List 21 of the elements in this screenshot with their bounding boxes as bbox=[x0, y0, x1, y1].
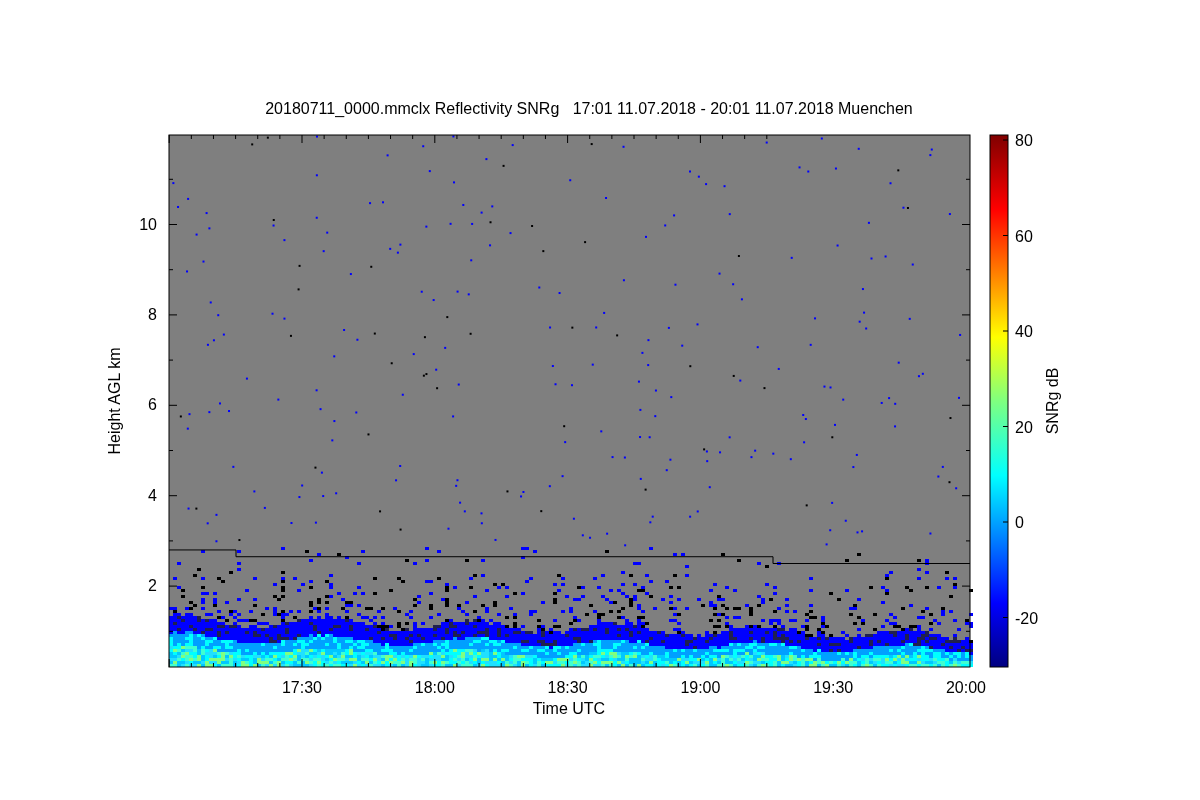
y-axis-tick-label: 8 bbox=[148, 306, 157, 323]
x-axis-tick-label: 18:30 bbox=[547, 679, 588, 696]
x-axis-tick-label: 19:30 bbox=[813, 679, 854, 696]
y-axis-tick-label: 4 bbox=[148, 486, 157, 504]
colorbar-tick-label: 20 bbox=[1015, 418, 1033, 436]
x-axis-tick-label: 17:30 bbox=[282, 679, 322, 696]
colorbar-tick-label: 60 bbox=[1015, 227, 1033, 245]
y-axis-tick-label: 2 bbox=[148, 577, 157, 595]
colorbar-tick-label: 0 bbox=[1015, 514, 1024, 531]
x-axis-tick-label: 18:00 bbox=[414, 679, 455, 696]
colorbar-tick-label: 40 bbox=[1015, 323, 1033, 340]
y-axis-label: Height AGL km bbox=[106, 347, 123, 455]
y-axis-tick-label: 10 bbox=[139, 215, 157, 233]
colorbar-tick-label: -20 bbox=[1015, 609, 1039, 627]
colorbar-tick-label: 80 bbox=[1015, 132, 1033, 149]
x-axis-tick-label: 20:00 bbox=[946, 679, 986, 696]
x-axis-tick-label: 19:00 bbox=[680, 679, 721, 696]
colorbar-label: SNRg dB bbox=[1044, 367, 1061, 435]
x-axis-label: Time UTC bbox=[532, 700, 606, 717]
chart-title: 20180711_0000.mmclx Reflectivity SNRg 17:01 11.07.2018 - 20:01 11.07.2018 Muenchen bbox=[265, 100, 913, 117]
y-axis-tick-label: 6 bbox=[148, 396, 157, 414]
